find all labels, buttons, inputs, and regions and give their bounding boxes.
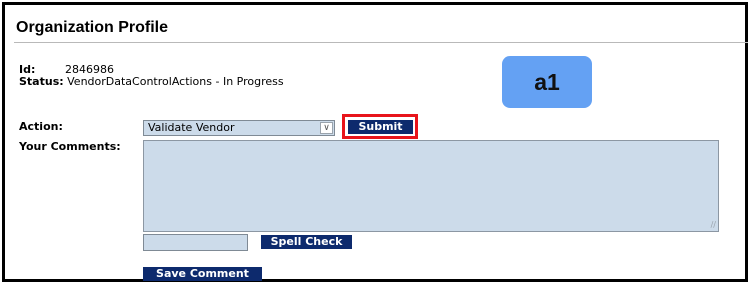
organization-profile-panel: Organization Profile Id: 2846986 Status: …	[2, 2, 748, 282]
status-row: Status: VendorDataControlActions - In Pr…	[19, 75, 284, 88]
save-comment-button[interactable]: Save Comment	[143, 267, 262, 281]
status-value: VendorDataControlActions - In Progress	[67, 75, 284, 88]
spell-check-input[interactable]	[143, 234, 248, 251]
action-select-value: Validate Vendor	[148, 121, 235, 134]
title-divider	[14, 42, 748, 43]
chevron-down-icon[interactable]: ∨	[320, 122, 333, 134]
comments-textarea[interactable]: ∕∕	[143, 140, 719, 232]
resize-grip-icon[interactable]: ∕∕	[711, 221, 716, 229]
action-label: Action:	[19, 120, 63, 133]
page-title: Organization Profile	[16, 19, 169, 36]
annotation-badge: a1	[502, 56, 592, 108]
submit-button[interactable]: Submit	[348, 120, 413, 134]
comments-label: Your Comments:	[19, 140, 121, 153]
spell-check-button[interactable]: Spell Check	[261, 235, 352, 249]
action-select[interactable]: Validate Vendor ∨	[143, 120, 335, 136]
status-label: Status:	[19, 75, 64, 88]
